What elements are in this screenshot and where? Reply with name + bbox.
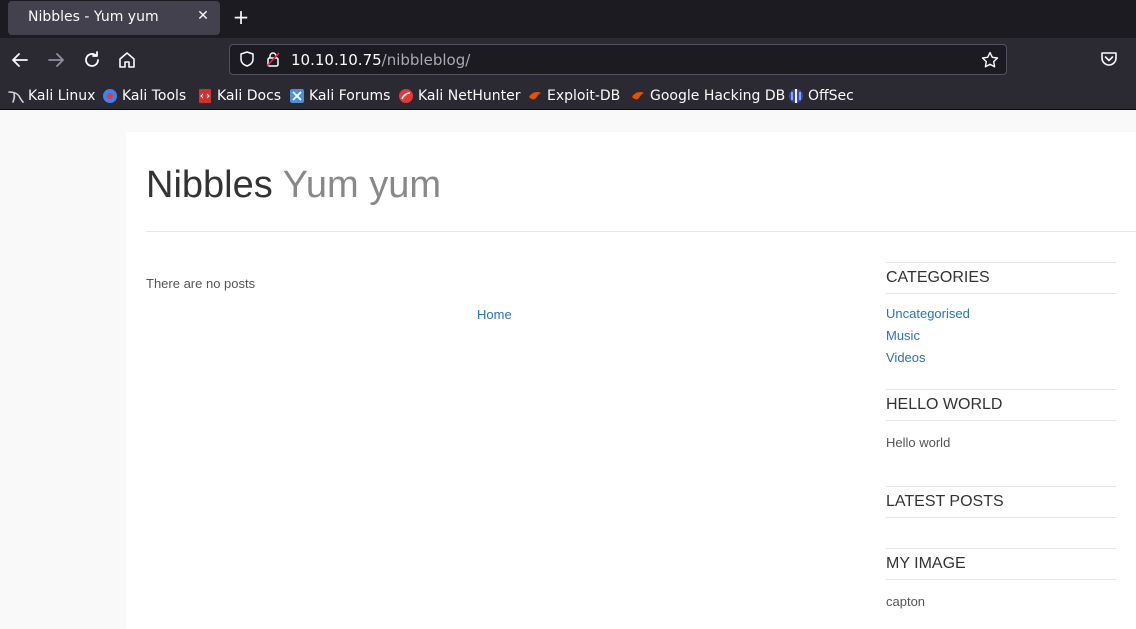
pocket-icon[interactable] [1098, 48, 1120, 70]
image-caption: capton [886, 594, 926, 609]
shield-icon[interactable] [238, 50, 256, 68]
bookmarks-toolbar: Kali Linux Kali Tools Kali Docs Kali For… [0, 82, 1136, 110]
reload-icon [85, 51, 99, 67]
widget-hello-world: HELLO WORLD Hello world [886, 389, 1116, 450]
widget-text: Hello world [886, 435, 951, 450]
home-link[interactable]: Home [477, 307, 512, 322]
bookmark-kali-tools[interactable]: Kali Tools [102, 86, 186, 106]
category-list: Uncategorised Music Videos [886, 306, 1116, 372]
bookmark-kali-forums[interactable]: Kali Forums [289, 86, 390, 106]
kali-tools-icon [103, 89, 117, 103]
bookmark-kali-nethunter[interactable]: Kali NetHunter [398, 86, 520, 106]
bookmark-label: Kali Docs [217, 88, 282, 104]
bookmark-star-icon[interactable] [980, 50, 1000, 70]
home-icon [119, 52, 135, 68]
url-bar[interactable]: 10.10.10.75/nibbleblog/ [229, 44, 1007, 75]
nethunter-icon [399, 89, 413, 103]
site-name: Nibbles [146, 164, 273, 206]
list-item: Uncategorised [886, 306, 1116, 328]
nav-bar: 10.10.10.75/nibbleblog/ [0, 38, 1136, 82]
ghdb-icon [632, 92, 644, 100]
close-tab-icon[interactable]: ✕ [194, 7, 212, 25]
arrow-left-icon [12, 53, 28, 67]
site-slogan: Yum yum [282, 164, 441, 206]
bookmark-kali-linux[interactable]: Kali Linux [8, 86, 95, 106]
bookmark-label: Kali Linux [28, 88, 96, 104]
tab-active[interactable]: Nibbles - Yum yum ✕ [8, 1, 220, 35]
bookmark-kali-docs[interactable]: Kali Docs [197, 86, 281, 106]
list-item: Music [886, 328, 1116, 350]
url-host: 10.10.10.75 [291, 51, 382, 69]
arrow-right-icon [48, 53, 64, 67]
forward-button[interactable] [44, 48, 68, 72]
bookmark-exploit-db[interactable]: Exploit-DB [527, 86, 620, 106]
exploit-db-icon [529, 92, 541, 100]
new-tab-button[interactable]: + [230, 5, 252, 29]
widget-title: LATEST POSTS [886, 486, 1116, 518]
bookmark-offsec[interactable]: OffSec [788, 86, 854, 106]
insecure-lock-icon[interactable] [264, 50, 282, 68]
bookmark-label: Google Hacking DB [650, 88, 786, 104]
reload-button[interactable] [80, 48, 104, 72]
page-viewport: Nibbles Yum yum There are no posts Home … [0, 111, 1136, 629]
kali-dragon-icon [8, 91, 24, 103]
offsec-icon [789, 89, 803, 103]
category-link-videos[interactable]: Videos [886, 350, 926, 365]
bookmark-label: Exploit-DB [547, 88, 621, 104]
widget-my-image: MY IMAGE capton [886, 548, 1116, 609]
bookmark-label: Kali NetHunter [418, 88, 521, 104]
url-text[interactable]: 10.10.10.75/nibbleblog/ [291, 51, 470, 69]
bookmark-google-hacking-db[interactable]: Google Hacking DB [630, 86, 785, 106]
bookmark-label: Kali Forums [309, 88, 391, 104]
widget-categories: CATEGORIES Uncategorised Music Videos [886, 262, 1116, 372]
bookmark-label: OffSec [808, 88, 854, 104]
back-button[interactable] [8, 48, 32, 72]
home-button[interactable] [115, 48, 139, 72]
widget-latest-posts: LATEST POSTS [886, 486, 1116, 518]
bookmark-label: Kali Tools [122, 88, 187, 104]
header-divider [146, 231, 1136, 232]
url-path: /nibbleblog/ [381, 51, 471, 69]
no-posts-message: There are no posts [146, 276, 256, 291]
widget-title: MY IMAGE [886, 548, 1116, 580]
blog-container: Nibbles Yum yum There are no posts Home … [126, 132, 1136, 629]
category-link-music[interactable]: Music [886, 328, 920, 343]
site-title[interactable]: Nibbles Yum yum [146, 164, 441, 207]
list-item: Videos [886, 350, 1116, 372]
tab-title: Nibbles - Yum yum [28, 9, 159, 25]
kali-forums-icon [290, 89, 304, 103]
widget-title: CATEGORIES [886, 262, 1116, 294]
kali-docs-icon [199, 89, 211, 103]
category-link-uncategorised[interactable]: Uncategorised [886, 306, 970, 321]
widget-title: HELLO WORLD [886, 389, 1116, 421]
tab-bar: Nibbles - Yum yum ✕ + [0, 0, 1136, 38]
